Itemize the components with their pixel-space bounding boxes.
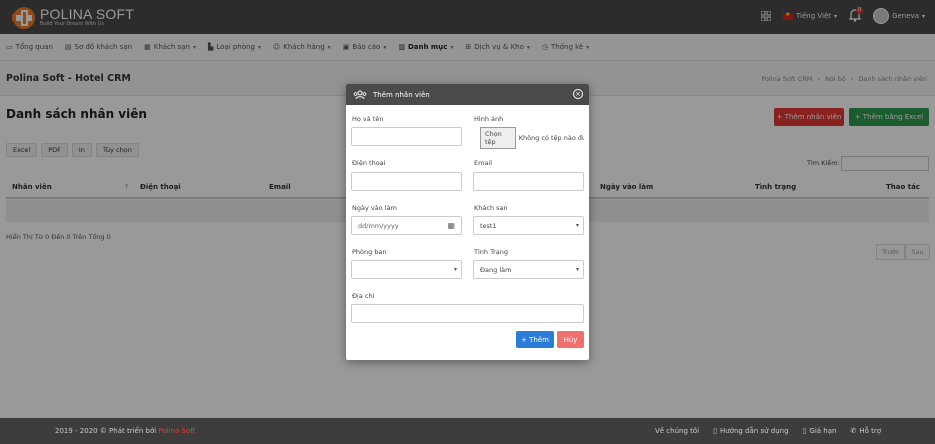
status-select[interactable]: Đang làm ▾ xyxy=(473,260,584,279)
address-label: Địa chỉ xyxy=(352,292,375,300)
footer-link-about[interactable]: Về chúng tôi xyxy=(655,427,699,435)
calendar-icon[interactable]: ▦ xyxy=(447,221,455,230)
add-employee-modal: Thêm nhân viên × Họ và tên Hình ảnh Chọn… xyxy=(346,84,589,360)
footer-brand-link[interactable]: Polina Soft xyxy=(158,427,195,435)
phone-input[interactable] xyxy=(351,172,462,191)
hotel-select[interactable]: test1 ▾ xyxy=(473,216,584,235)
footer-link-renew[interactable]: ▯ Giá hạn xyxy=(803,427,837,435)
email-label: Email xyxy=(474,159,493,167)
department-select[interactable]: ▾ xyxy=(351,260,462,279)
close-icon[interactable]: × xyxy=(573,89,583,99)
email-input[interactable] xyxy=(473,172,584,191)
image-label: Hình ảnh xyxy=(474,115,504,123)
calendar-icon: ▯ xyxy=(802,427,807,435)
image-file-input[interactable]: Chọn tệp Không có tệp nào được xyxy=(474,126,584,149)
start-date-label: Ngày vào làm xyxy=(352,204,397,212)
choose-file-button[interactable]: Chọn tệp xyxy=(480,126,516,149)
name-input[interactable] xyxy=(351,127,462,146)
copyright: 2019 - 2020 © Phát triển bởi Polina Soft xyxy=(55,427,196,435)
hotel-label: Khách sạn xyxy=(474,204,508,212)
address-input[interactable] xyxy=(351,304,584,323)
file-status: Không có tệp nào được xyxy=(518,133,584,142)
footer-link-support[interactable]: ✆ Hỗ trợ xyxy=(850,427,881,435)
chevron-down-icon: ▾ xyxy=(575,266,579,273)
department-label: Phòng ban xyxy=(352,248,387,256)
chevron-down-icon: ▾ xyxy=(575,222,579,229)
footer-links: Về chúng tôi ▯ Hướng dẫn sử dụng ▯ Giá hạn… xyxy=(655,427,881,435)
modal-header: Thêm nhân viên × xyxy=(346,84,589,105)
name-label: Họ và tên xyxy=(352,115,384,123)
footer-link-guide[interactable]: ▯ Hướng dẫn sử dụng xyxy=(713,427,788,435)
phone-icon: ✆ xyxy=(850,427,857,435)
book-icon: ▯ xyxy=(713,427,717,435)
modal-title: Thêm nhân viên xyxy=(373,90,430,99)
modal-cancel-button[interactable]: Hủy xyxy=(557,331,584,348)
status-label: Tình Trạng xyxy=(474,248,508,256)
start-date-input[interactable]: dd/mm/yyyy ▦ xyxy=(351,216,462,235)
footer: 2019 - 2020 © Phát triển bởi Polina Soft… xyxy=(0,418,935,444)
chevron-down-icon: ▾ xyxy=(453,266,457,273)
modal-add-button[interactable]: + Thêm xyxy=(516,331,554,348)
users-group-icon xyxy=(353,90,367,99)
phone-label: Điện thoại xyxy=(352,159,386,167)
